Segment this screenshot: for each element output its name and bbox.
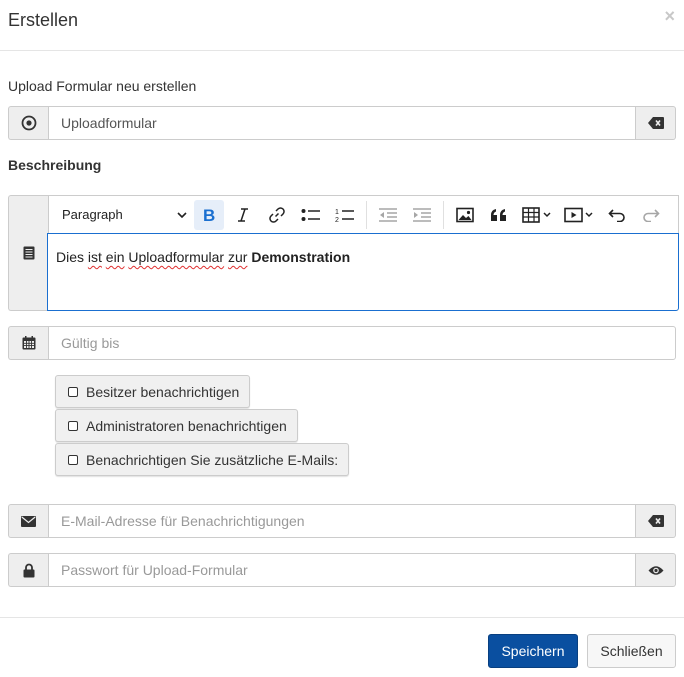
bulleted-list-icon[interactable] xyxy=(296,200,326,230)
notify-admins-checkbox[interactable]: Administratoren benachrichtigen xyxy=(55,409,298,442)
undo-icon[interactable] xyxy=(602,200,632,230)
editor-text: zur xyxy=(227,249,248,265)
image-icon[interactable] xyxy=(450,200,480,230)
email-input-group xyxy=(8,504,676,538)
indent-icon[interactable] xyxy=(407,200,437,230)
editor-text: ist xyxy=(87,249,102,265)
dialog-header: Erstellen × xyxy=(0,0,684,51)
upload-icon xyxy=(8,106,48,140)
svg-text:B: B xyxy=(203,207,215,223)
form-name-label: Upload Formular neu erstellen xyxy=(8,78,197,94)
calendar-icon xyxy=(8,326,48,360)
editor-content-area[interactable]: Dies ist ein Uploadformular zur Demonstr… xyxy=(47,233,679,311)
editor-text: ein xyxy=(105,249,125,265)
password-input[interactable] xyxy=(48,553,636,587)
link-icon[interactable] xyxy=(262,200,292,230)
close-button[interactable]: Schließen xyxy=(587,634,676,668)
notify-owner-label: Besitzer benachrichtigen xyxy=(86,383,240,400)
notify-extra-emails-checkbox[interactable]: Benachrichtigen Sie zusätzliche E-Mails: xyxy=(55,443,350,476)
paragraph-style-dropdown[interactable]: Paragraph xyxy=(54,200,192,230)
svg-text:2: 2 xyxy=(335,217,339,223)
dialog-footer: Speichern Schließen xyxy=(0,617,684,677)
notify-owner-checkbox[interactable]: Besitzer benachrichtigen xyxy=(55,375,251,408)
bold-icon[interactable]: B xyxy=(194,199,224,230)
editor-toolbar: Paragraph B 12 xyxy=(48,195,679,234)
svg-text:1: 1 xyxy=(335,209,339,216)
checkbox-icon xyxy=(68,454,78,465)
paragraph-style-label: Paragraph xyxy=(62,207,123,222)
lock-icon xyxy=(8,553,48,587)
checkbox-icon xyxy=(68,386,78,397)
valid-until-group xyxy=(8,326,676,360)
description-label: Beschreibung xyxy=(8,157,102,173)
form-name-input[interactable] xyxy=(48,106,636,140)
chevron-down-icon xyxy=(177,211,187,218)
blockquote-icon[interactable] xyxy=(484,200,514,230)
eye-icon[interactable] xyxy=(636,553,676,587)
checkbox-icon xyxy=(68,420,78,431)
toolbar-separator xyxy=(366,200,367,229)
editor-bold-text: Demonstration xyxy=(251,249,351,265)
rich-text-editor: Paragraph B 12 Dies ist ein Uploadformul… xyxy=(8,195,679,311)
email-input[interactable] xyxy=(48,504,636,538)
clear-input-icon[interactable] xyxy=(636,106,676,140)
name-input-group xyxy=(8,106,676,140)
description-icon xyxy=(8,195,48,311)
numbered-list-icon[interactable]: 12 xyxy=(330,200,360,230)
table-icon[interactable] xyxy=(518,200,556,230)
toolbar-separator xyxy=(443,200,444,229)
italic-icon[interactable] xyxy=(228,200,258,230)
notify-admins-label: Administratoren benachrichtigen xyxy=(86,417,287,434)
media-icon[interactable] xyxy=(560,200,598,230)
password-input-group xyxy=(8,553,676,587)
save-button[interactable]: Speichern xyxy=(488,634,578,668)
outdent-icon[interactable] xyxy=(373,200,403,230)
editor-text: Uploadformular xyxy=(128,249,225,265)
dialog-title: Erstellen xyxy=(8,10,79,30)
valid-until-input[interactable] xyxy=(48,326,676,360)
clear-input-icon[interactable] xyxy=(636,504,676,538)
redo-icon[interactable] xyxy=(636,200,666,230)
close-icon[interactable]: × xyxy=(664,7,675,25)
envelope-icon xyxy=(8,504,48,538)
notify-extra-emails-label: Benachrichtigen Sie zusätzliche E-Mails: xyxy=(86,451,339,468)
editor-text: Dies xyxy=(56,249,88,265)
